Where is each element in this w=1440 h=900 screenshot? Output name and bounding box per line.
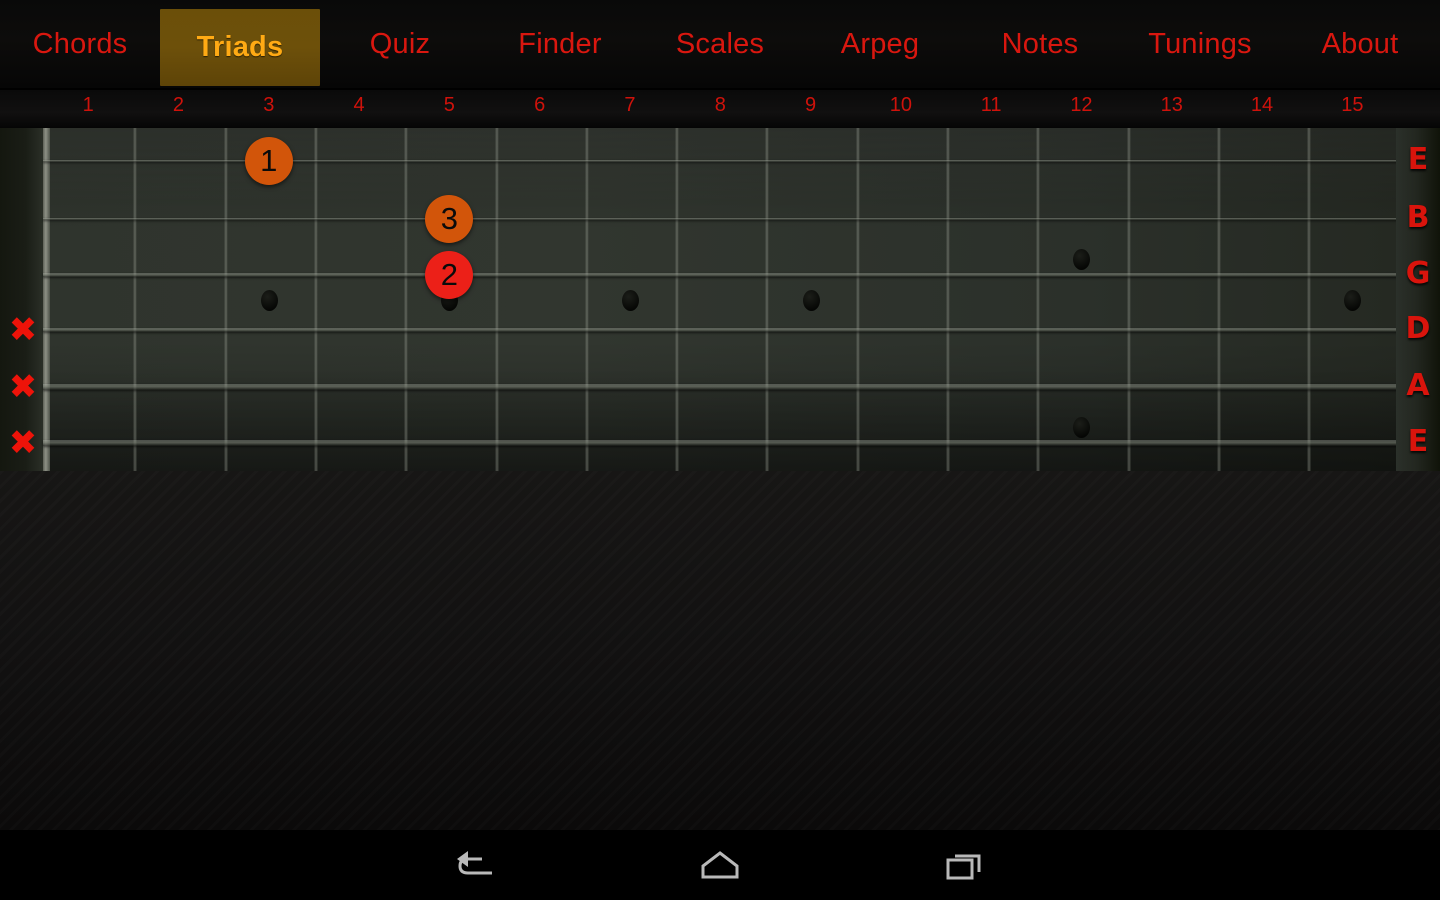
tab-notes[interactable]: Notes <box>960 0 1120 88</box>
fret-number: 5 <box>443 94 455 116</box>
guitar-string <box>43 384 1400 390</box>
fret-number: 7 <box>624 94 636 116</box>
fret-wire <box>1216 128 1221 471</box>
fret-number: 11 <box>980 94 1002 116</box>
muted-string-marker: ✖ <box>8 367 38 407</box>
fret-number: 8 <box>714 94 726 116</box>
fret-number: 1 <box>82 94 94 116</box>
finger-marker[interactable]: 1 <box>244 137 293 185</box>
tab-quiz[interactable]: Quiz <box>320 0 480 88</box>
android-recents-button[interactable] <box>920 830 1010 900</box>
android-navigation-bar <box>0 830 1440 900</box>
app-root: Chords Triads Quiz Finder Scales Arpeg Notes Tu… <box>0 0 1440 900</box>
muted-string-marker: ✖ <box>8 423 38 463</box>
fret-inlay-dot <box>1344 290 1362 311</box>
guitar-string <box>43 273 1400 277</box>
fret-wire <box>946 128 950 471</box>
finger-marker[interactable]: 2 <box>425 251 474 299</box>
back-arrow-icon <box>457 851 492 875</box>
string-name-label: E <box>1407 142 1429 177</box>
fret-wire <box>765 128 770 471</box>
fret-number: 6 <box>534 94 546 116</box>
fret-wire <box>223 128 228 471</box>
guitar-string <box>43 327 1400 333</box>
guitar-string <box>43 217 1400 221</box>
fret-number: 10 <box>889 94 912 116</box>
fret-inlay-dot <box>1073 249 1091 270</box>
fret-inlay-dot <box>1073 417 1091 438</box>
fret-wire <box>584 128 589 471</box>
tab-tunings[interactable]: Tunings <box>1120 0 1280 88</box>
fret-number-strip: 1 2 3 4 5 6 7 8 9 10 11 12 13 14 15 <box>0 90 1440 128</box>
recents-icon <box>946 854 981 880</box>
fret-wire <box>1307 128 1312 471</box>
fret-inlay-dot <box>621 290 639 311</box>
fret-wire <box>1126 128 1131 471</box>
fret-number: 14 <box>1250 94 1274 116</box>
tab-triads[interactable]: Triads <box>160 9 320 86</box>
guitar-string <box>43 439 1400 447</box>
nut <box>43 128 50 471</box>
fret-inlay-dot <box>260 290 278 311</box>
tab-scales[interactable]: Scales <box>640 0 800 88</box>
fret-number: 3 <box>263 94 275 116</box>
fret-wire <box>1036 128 1041 471</box>
control-panel: Standard Tuning 1 / 4 Triads Play <box>0 471 1440 830</box>
tab-chords[interactable]: Chords <box>0 0 160 88</box>
home-icon <box>701 851 739 879</box>
fretboard-left-gutter <box>0 128 43 471</box>
fretboard[interactable]: EBGDAE ✖ ✖ ✖ 1 3 2 <box>0 128 1440 471</box>
string-name-label: G <box>1405 256 1431 291</box>
tab-finder[interactable]: Finder <box>480 0 640 88</box>
muted-string-marker: ✖ <box>8 310 38 350</box>
fret-number: 2 <box>172 94 184 116</box>
fret-number: 15 <box>1341 94 1364 116</box>
fret-wire <box>133 128 138 471</box>
android-back-button[interactable] <box>430 830 520 900</box>
tab-arpeg[interactable]: Arpeg <box>800 0 960 88</box>
android-home-button[interactable] <box>675 830 765 900</box>
fret-number: 13 <box>1160 94 1183 116</box>
fret-wire <box>675 128 680 471</box>
finger-marker[interactable]: 3 <box>425 195 474 243</box>
fret-wire <box>855 128 860 471</box>
string-name-label: A <box>1406 368 1430 403</box>
string-name-label: E <box>1407 424 1429 459</box>
tab-about[interactable]: About <box>1280 0 1440 88</box>
fret-wire <box>494 128 499 471</box>
fret-inlay-dot <box>802 290 820 311</box>
string-name-label: B <box>1406 200 1430 235</box>
string-name-strip: EBGDAE <box>1396 128 1440 471</box>
main-tab-bar: Chords Triads Quiz Finder Scales Arpeg Notes Tu… <box>0 0 1440 90</box>
fret-number: 12 <box>1070 94 1093 116</box>
string-name-label: D <box>1405 311 1431 346</box>
fret-number: 4 <box>353 94 365 116</box>
fret-wire <box>404 128 409 471</box>
fret-wire <box>313 128 318 471</box>
fret-number: 9 <box>804 94 817 116</box>
